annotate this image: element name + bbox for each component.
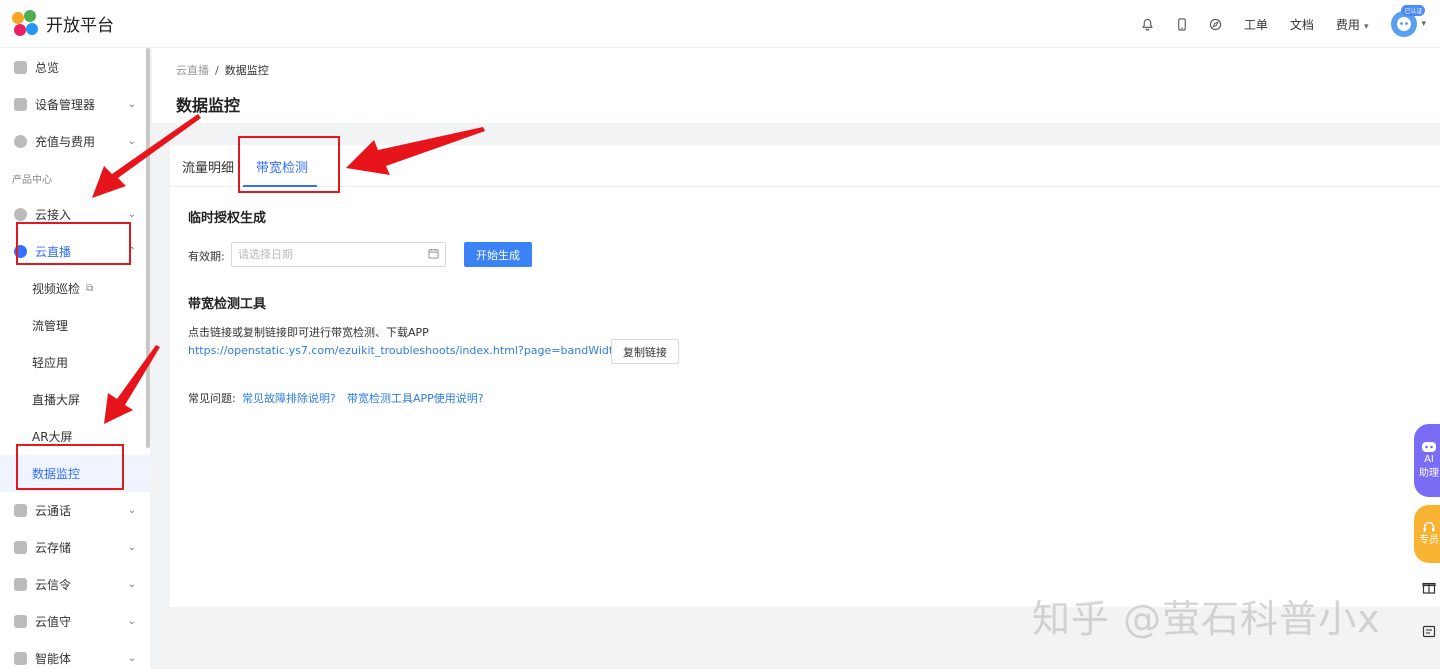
user-avatar[interactable]: 已认证 (1391, 5, 1426, 37)
sidebar-item-label: 云通话 (35, 504, 72, 518)
external-link-icon: ⧉ (86, 283, 94, 294)
breadcrumb-separator: / (215, 64, 219, 77)
sidebar-item-label: AR大屏 (32, 430, 73, 444)
bell-icon[interactable] (1131, 0, 1165, 48)
top-header: 开放平台 工单 文档 费用 ▾ 已认证 ▾ (0, 0, 1440, 48)
chevron-down-icon: ⌄ (127, 136, 136, 147)
sidebar-item-label: 智能体 (35, 652, 72, 666)
mobile-icon[interactable] (1165, 0, 1199, 48)
sidebar-item-label: 直播大屏 (32, 393, 81, 407)
date-picker-input[interactable] (231, 242, 446, 267)
sidebar-item-cloud-call[interactable]: 云通话 ⌄ (0, 492, 150, 529)
copy-link-button[interactable]: 复制链接 (611, 339, 679, 364)
headset-icon (1423, 521, 1435, 532)
ai-label: AI (1424, 453, 1434, 465)
ai-assistant-button[interactable]: AI 助理 (1414, 424, 1440, 497)
sidebar-item-label: 充值与费用 (35, 135, 96, 149)
chevron-down-icon: ⌄ (127, 505, 136, 516)
sidebar-item-label: 云存储 (35, 541, 72, 555)
calendar-icon[interactable] (428, 248, 439, 262)
brand-mark-icon (12, 9, 40, 38)
sidebar-item-overview[interactable]: 总览 (0, 49, 150, 86)
watermark: 知乎 @萤石科普小x (1032, 597, 1381, 641)
tab-traffic-detail[interactable]: 流量明细 (182, 145, 234, 187)
sidebar-item-agent[interactable]: 智能体 ⌄ (0, 640, 150, 669)
brand-name: 开放平台 (46, 16, 114, 36)
annotation-box-cloud-live (16, 222, 131, 265)
chevron-down-icon: ⌄ (127, 653, 136, 664)
sidebar-item-device-manager[interactable]: 设备管理器 ⌄ (0, 86, 150, 123)
sidebar-item-label: 总览 (35, 61, 60, 75)
sidebar-group-label: 产品中心 (12, 174, 52, 186)
faq-link-app-guide[interactable]: 带宽检测工具APP使用说明? (347, 390, 484, 406)
validity-label: 有效期: (188, 250, 225, 263)
chevron-down-icon: ⌄ (127, 616, 136, 627)
chevron-down-icon: ⌄ (127, 209, 136, 220)
page-header (152, 48, 1440, 123)
bandwidth-tool-desc: 点击链接或复制链接即可进行带宽检测、下载APP (188, 326, 429, 339)
sidebar-subitem-stream-management[interactable]: 流管理 (0, 307, 150, 344)
sidebar-item-billing[interactable]: 充值与费用 ⌄ (0, 123, 150, 160)
home-icon (14, 61, 27, 74)
faq-label: 常见问题: (188, 392, 236, 405)
ai-label-sub: 助理 (1419, 467, 1439, 479)
annotation-box-data-monitor (16, 444, 124, 490)
bandwidth-tool-title: 带宽检测工具 (188, 297, 267, 312)
breadcrumb-parent[interactable]: 云直播 (176, 64, 209, 77)
coin-icon (14, 135, 27, 148)
generate-button[interactable]: 开始生成 (464, 242, 532, 267)
sidebar-item-label: 云信令 (35, 578, 72, 592)
sidebar-item-label: 云接入 (35, 208, 72, 222)
storage-icon (14, 541, 27, 554)
page-title: 数据监控 (176, 96, 241, 115)
header-actions: 工单 文档 费用 ▾ 已认证 ▾ (1131, 0, 1426, 48)
faq-link-troubleshoot[interactable]: 常见故障排除说明? (242, 390, 336, 406)
feedback-icon[interactable] (1422, 625, 1436, 643)
sidebar-item-label: 设备管理器 (35, 98, 96, 112)
header-link-docs[interactable]: 文档 (1290, 16, 1314, 33)
sidebar-subitem-light-app[interactable]: 轻应用 (0, 344, 150, 381)
sidebar-scrollbar[interactable] (146, 48, 150, 448)
chevron-down-icon: ⌄ (127, 99, 136, 110)
sidebar-item-label: 视频巡检 (32, 282, 81, 296)
bandwidth-test-link[interactable]: https://openstatic.ys7.com/ezuikit_troub… (188, 344, 620, 357)
sidebar-item-cloud-signal[interactable]: 云信令 ⌄ (0, 566, 150, 603)
message-icon (14, 578, 27, 591)
agent-icon (14, 652, 27, 665)
header-link-ticket[interactable]: 工单 (1244, 16, 1268, 33)
sidebar-item-cloud-guard[interactable]: 云值守 ⌄ (0, 603, 150, 640)
shield-icon (14, 208, 27, 221)
header-link-fees[interactable]: 费用 ▾ (1336, 16, 1369, 33)
device-icon (14, 98, 27, 111)
phone-icon (14, 504, 27, 517)
chevron-down-icon[interactable]: ▾ (1421, 19, 1426, 29)
content-card: 流量明细 带宽检测 临时授权生成 有效期: 开始生成 带宽检测工具 点击链接或复… (170, 145, 1440, 607)
brand-logo[interactable]: 开放平台 (12, 9, 114, 38)
sidebar-subitem-live-screen[interactable]: 直播大屏 (0, 381, 150, 418)
sidebar-item-label: 云值守 (35, 615, 72, 629)
specialist-button[interactable]: 专员 (1414, 505, 1440, 563)
robot-icon (1422, 441, 1436, 452)
breadcrumb: 云直播 / 数据监控 (176, 62, 269, 78)
temp-auth-title: 临时授权生成 (188, 211, 267, 226)
sidebar-item-cloud-storage[interactable]: 云存储 ⌄ (0, 529, 150, 566)
guard-icon (14, 615, 27, 628)
gift-icon[interactable] (1422, 580, 1436, 598)
sidebar: 总览 设备管理器 ⌄ 充值与费用 ⌄ 产品中心 云接入 ⌄ 云直播 ⌃ 视频巡检… (0, 48, 150, 669)
specialist-label: 专员 (1419, 535, 1439, 546)
breadcrumb-current: 数据监控 (224, 64, 269, 77)
chevron-down-icon: ⌄ (127, 542, 136, 553)
sidebar-item-label: 轻应用 (32, 356, 69, 370)
annotation-box-tab (238, 136, 340, 193)
sidebar-subitem-video-patrol[interactable]: 视频巡检 ⧉ (0, 270, 150, 307)
tab-bar: 流量明细 带宽检测 (170, 145, 1440, 187)
chevron-down-icon: ▾ (1363, 21, 1369, 32)
sidebar-item-label: 流管理 (32, 319, 69, 333)
chevron-down-icon: ⌄ (127, 579, 136, 590)
compass-icon[interactable] (1199, 0, 1233, 48)
verified-badge: 已认证 (1401, 5, 1426, 16)
